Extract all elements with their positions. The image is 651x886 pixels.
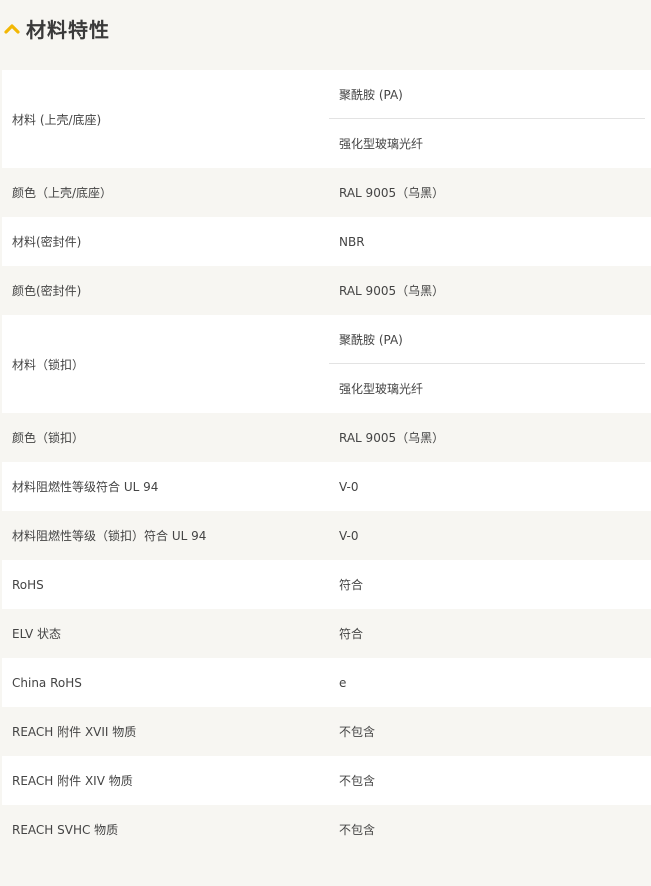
table-row: REACH SVHC 物质 不包含 (2, 805, 651, 854)
row-label: China RoHS (12, 675, 82, 690)
row-value: 符合 (339, 627, 364, 641)
row-label: 颜色（锁扣） (12, 431, 85, 445)
row-value: 不包含 (339, 725, 376, 739)
table-row: 材料阻燃性等级符合 UL 94 V-0 (2, 462, 651, 511)
row-value: RAL 9005（乌黑） (339, 186, 445, 200)
table-row: REACH 附件 XVII 物质 不包含 (2, 707, 651, 756)
table-row: 颜色(密封件) RAL 9005（乌黑） (2, 266, 651, 315)
table-row: 材料（锁扣） 聚酰胺 (PA) 强化型玻璃光纤 (2, 315, 651, 413)
row-label: ELV 状态 (12, 627, 61, 641)
row-value: NBR (339, 234, 365, 249)
row-label: 颜色（上壳/底座） (12, 186, 113, 200)
row-value: 不包含 (339, 823, 376, 837)
row-value: 强化型玻璃光纤 (339, 137, 424, 151)
table-row: 材料 (上壳/底座) 聚酰胺 (PA) 强化型玻璃光纤 (2, 70, 651, 168)
row-value: 不包含 (339, 774, 376, 788)
row-label: REACH 附件 XVII 物质 (12, 725, 137, 739)
row-label: 材料（锁扣） (12, 357, 85, 372)
table-row: 颜色（上壳/底座） RAL 9005（乌黑） (2, 168, 651, 217)
chevron-up-icon[interactable] (4, 21, 20, 37)
table-row: 颜色（锁扣） RAL 9005（乌黑） (2, 413, 651, 462)
table-row: REACH 附件 XIV 物质 不包含 (2, 756, 651, 805)
section-header[interactable]: 材料特性 (0, 0, 651, 56)
row-label: 材料 (上壳/底座) (12, 112, 102, 127)
row-value: 符合 (339, 578, 364, 592)
table-row: RoHS 符合 (2, 560, 651, 609)
table-row: ELV 状态 符合 (2, 609, 651, 658)
row-label: 颜色(密封件) (12, 284, 82, 298)
row-label: 材料(密封件) (12, 235, 82, 249)
row-value: RAL 9005（乌黑） (339, 284, 445, 298)
row-value: V-0 (339, 479, 359, 494)
section-title: 材料特性 (26, 17, 110, 42)
material-properties-table: 材料 (上壳/底座) 聚酰胺 (PA) 强化型玻璃光纤 颜色（上壳/底座） RA… (2, 70, 651, 854)
row-label: 材料阻燃性等级（锁扣）符合 UL 94 (12, 529, 207, 543)
row-value: 聚酰胺 (PA) (329, 315, 645, 364)
row-label: 材料阻燃性等级符合 UL 94 (12, 480, 159, 494)
row-value: 强化型玻璃光纤 (339, 382, 424, 396)
table-row: 材料阻燃性等级（锁扣）符合 UL 94 V-0 (2, 511, 651, 560)
row-value: 聚酰胺 (PA) (329, 70, 645, 119)
table-row: China RoHS e (2, 658, 651, 707)
row-value: V-0 (339, 528, 359, 543)
row-value: e (339, 675, 347, 690)
row-label: REACH 附件 XIV 物质 (12, 774, 133, 788)
row-value: RAL 9005（乌黑） (339, 431, 445, 445)
row-label: RoHS (12, 577, 44, 592)
table-row: 材料(密封件) NBR (2, 217, 651, 266)
row-label: REACH SVHC 物质 (12, 823, 119, 837)
